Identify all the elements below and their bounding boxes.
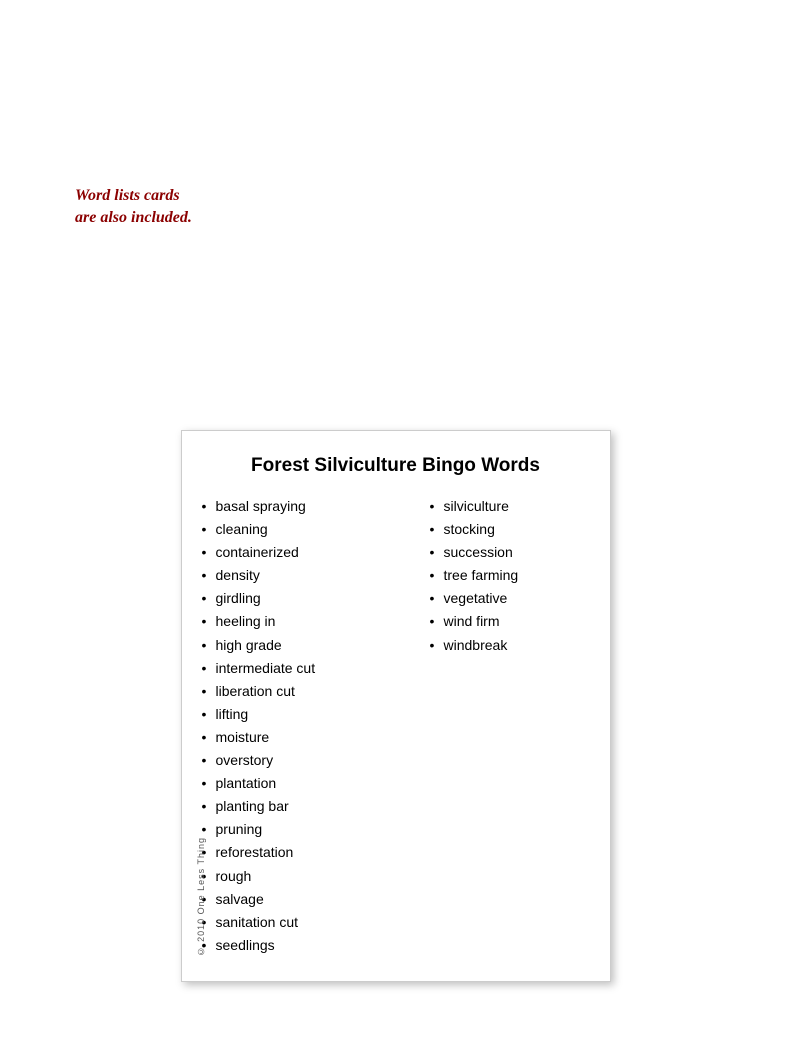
list-item: pruning [202,818,420,841]
list-item: sanitation cut [202,911,420,934]
right-word-list: silviculturestockingsuccessiontree farmi… [430,495,590,657]
card-title: Forest Silviculture Bingo Words [202,455,590,477]
list-item: tree farming [430,564,590,587]
left-word-list: basal sprayingcleaningcontainerizeddensi… [202,495,420,957]
list-item: silviculture [430,495,590,518]
list-item: wind firm [430,610,590,633]
list-item: girdling [202,587,420,610]
list-item: vegetative [430,587,590,610]
columns-wrapper: basal sprayingcleaningcontainerizeddensi… [202,495,590,957]
list-item: lifting [202,703,420,726]
list-item: seedlings [202,934,420,957]
list-item: salvage [202,888,420,911]
list-item: planting bar [202,795,420,818]
page-container: Word lists cards are also included. Fore… [0,0,791,1042]
list-item: basal spraying [202,495,420,518]
copyright-text: © 2010 One Less Thing [196,837,206,956]
list-item: rough [202,865,420,888]
list-item: cleaning [202,518,420,541]
list-item: reforestation [202,841,420,864]
list-item: moisture [202,726,420,749]
list-item: stocking [430,518,590,541]
bingo-word-card: Forest Silviculture Bingo Words basal sp… [181,430,611,982]
word-lists-label: Word lists cards are also included. [75,185,192,230]
list-item: density [202,564,420,587]
list-item: containerized [202,541,420,564]
list-item: plantation [202,772,420,795]
list-item: high grade [202,634,420,657]
left-column: basal sprayingcleaningcontainerizeddensi… [202,495,430,957]
list-item: heeling in [202,610,420,633]
list-item: intermediate cut [202,657,420,680]
list-item: windbreak [430,634,590,657]
list-item: liberation cut [202,680,420,703]
list-item: succession [430,541,590,564]
right-column: silviculturestockingsuccessiontree farmi… [430,495,590,657]
list-item: overstory [202,749,420,772]
